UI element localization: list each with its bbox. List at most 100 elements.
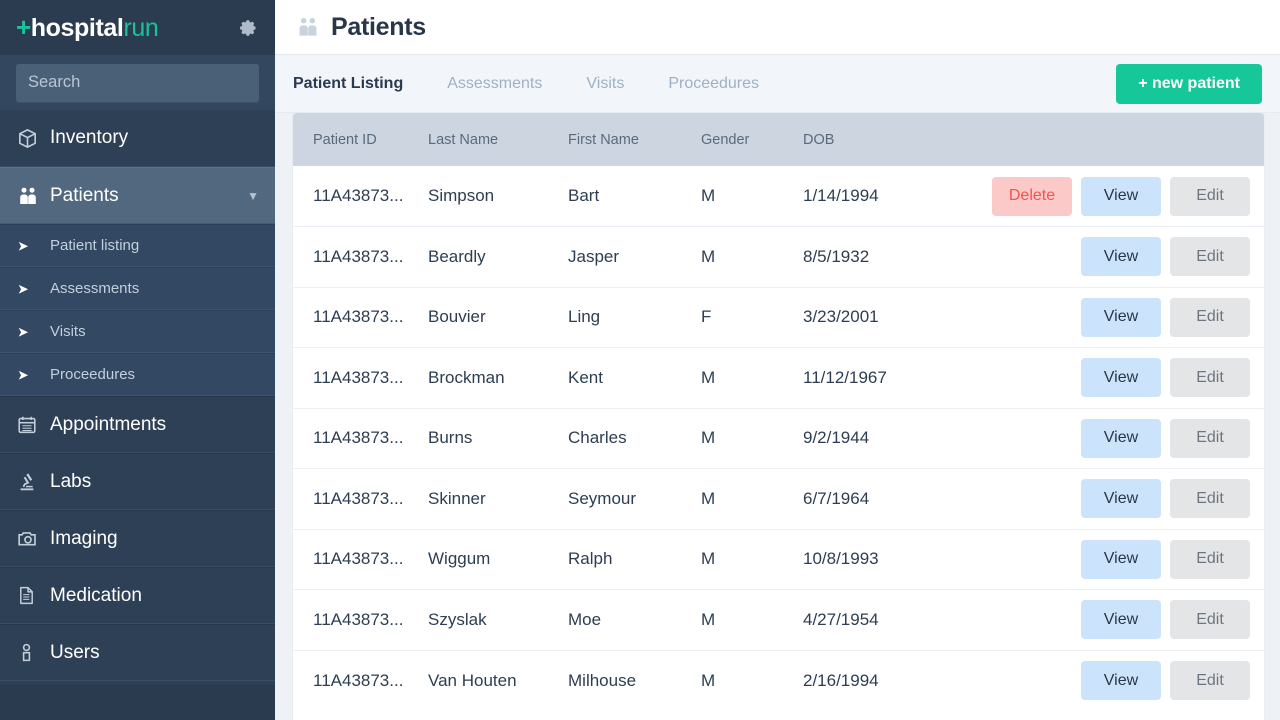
sidebar-footer bbox=[0, 685, 275, 720]
view-button[interactable]: View bbox=[1081, 600, 1161, 640]
table-row: 11A43873...SzyslakMoeM4/27/1954DeleteVie… bbox=[293, 589, 1264, 651]
view-button[interactable]: View bbox=[1081, 418, 1161, 458]
row-action-buttons: DeleteViewEdit bbox=[978, 479, 1254, 519]
column-header-patient-id[interactable]: Patient ID bbox=[293, 113, 428, 166]
chevron-right-icon: ➤ bbox=[18, 238, 29, 253]
cell-last-name: Beardly bbox=[428, 226, 568, 288]
brand-logo[interactable]: + hospital run bbox=[16, 12, 159, 43]
column-header-dob[interactable]: DOB bbox=[803, 113, 978, 166]
sidebar-subitem-patient-listing[interactable]: ➤ Patient listing bbox=[0, 224, 275, 267]
cell-dob: 8/5/1932 bbox=[803, 226, 978, 288]
tab-bar: Patient Listing Assessments Visits Proce… bbox=[275, 55, 1280, 113]
cell-last-name: Skinner bbox=[428, 468, 568, 530]
cell-actions: DeleteViewEdit bbox=[978, 347, 1264, 409]
cell-gender: M bbox=[701, 408, 803, 469]
cell-actions: DeleteViewEdit bbox=[978, 166, 1264, 227]
calendar-icon bbox=[16, 414, 50, 436]
view-button[interactable]: View bbox=[1081, 297, 1161, 337]
edit-button[interactable]: Edit bbox=[1170, 297, 1250, 337]
cell-patient-id: 11A43873... bbox=[293, 347, 428, 409]
column-header-gender[interactable]: Gender bbox=[701, 113, 803, 166]
tab-proceedures[interactable]: Proceedures bbox=[668, 75, 759, 93]
view-button[interactable]: View bbox=[1081, 479, 1161, 519]
sidebar-subitem-assessments[interactable]: ➤ Assessments bbox=[0, 267, 275, 310]
sidebar-item-imaging[interactable]: Imaging bbox=[0, 510, 275, 567]
row-action-buttons: DeleteViewEdit bbox=[978, 297, 1254, 337]
table-row: 11A43873...BrockmanKentM11/12/1967Delete… bbox=[293, 347, 1264, 409]
cell-patient-id: 11A43873... bbox=[293, 529, 428, 590]
brand-name-bold: hospital bbox=[30, 14, 124, 42]
table-header: Patient ID Last Name First Name Gender D… bbox=[293, 113, 1264, 166]
edit-button[interactable]: Edit bbox=[1170, 176, 1250, 216]
plus-icon: + bbox=[16, 12, 31, 42]
row-action-buttons: DeleteViewEdit bbox=[978, 358, 1254, 398]
cell-patient-id: 11A43873... bbox=[293, 468, 428, 530]
cell-first-name: Kent bbox=[568, 347, 701, 409]
cell-dob: 10/8/1993 bbox=[803, 529, 978, 590]
sidebar-item-users[interactable]: Users bbox=[0, 624, 275, 681]
cell-first-name: Ling bbox=[568, 287, 701, 348]
chevron-down-icon[interactable]: ▼ bbox=[247, 189, 259, 203]
sidebar-item-label: Users bbox=[50, 641, 100, 663]
cell-first-name: Moe bbox=[568, 589, 701, 651]
sidebar-subitem-label: Proceedures bbox=[50, 366, 136, 383]
sidebar-subitem-proceedures[interactable]: ➤ Proceedures bbox=[0, 353, 275, 396]
table-row: 11A43873... Simpson Bart M 1/14/1994 Delete Vi… bbox=[293, 166, 1264, 227]
cell-dob: 11/12/1967 bbox=[803, 347, 978, 409]
sidebar-item-medication[interactable]: Medication bbox=[0, 567, 275, 624]
edit-button[interactable]: Edit bbox=[1170, 479, 1250, 519]
search-input[interactable] bbox=[16, 63, 259, 102]
cell-dob: 3/23/2001 bbox=[803, 287, 978, 348]
main-area: Patients Patient Listing Assessments Vis… bbox=[275, 0, 1280, 720]
sidebar-item-inventory[interactable]: Inventory bbox=[0, 110, 275, 167]
delete-button[interactable]: Delete bbox=[992, 176, 1072, 216]
microscope-icon bbox=[16, 471, 50, 493]
edit-button[interactable]: Edit bbox=[1170, 539, 1250, 579]
cell-gender: M bbox=[701, 670, 716, 690]
gear-icon[interactable] bbox=[235, 15, 261, 41]
cell-first-name: Jasper bbox=[568, 226, 701, 288]
chevron-right-icon: ➤ bbox=[18, 281, 29, 296]
tab-assessments[interactable]: Assessments bbox=[447, 75, 542, 93]
cell-first-name: Ralph bbox=[568, 529, 701, 590]
edit-button[interactable]: Edit bbox=[1170, 661, 1250, 700]
view-button[interactable]: View bbox=[1081, 358, 1161, 398]
cell-actions: DeleteViewEdit bbox=[978, 529, 1264, 590]
edit-button[interactable]: Edit bbox=[1170, 600, 1250, 640]
sidebar-subitem-label: Assessments bbox=[50, 280, 140, 297]
cell-first-name: Seymour bbox=[568, 468, 701, 530]
sidebar-item-patients[interactable]: Patients ▼ bbox=[0, 167, 275, 224]
cell-patient-id: 11A43873... bbox=[293, 589, 428, 651]
sidebar-subitem-label: Patient listing bbox=[50, 237, 140, 254]
cell-actions: DeleteViewEdit bbox=[978, 408, 1264, 469]
row-action-buttons: DeleteViewEdit bbox=[978, 418, 1254, 458]
tab-patient-listing[interactable]: Patient Listing bbox=[293, 75, 403, 93]
column-header-actions bbox=[978, 113, 1264, 166]
cell-dob: 4/27/1954 bbox=[803, 589, 978, 651]
edit-button[interactable]: Edit bbox=[1170, 418, 1250, 458]
tab-visits[interactable]: Visits bbox=[586, 75, 624, 93]
sidebar-subitem-visits[interactable]: ➤ Visits bbox=[0, 310, 275, 353]
cell-actions: DeleteViewEdit bbox=[978, 226, 1264, 288]
column-header-first-name[interactable]: First Name bbox=[568, 113, 701, 166]
camera-icon bbox=[16, 527, 50, 550]
sidebar-item-labs[interactable]: Labs bbox=[0, 453, 275, 510]
page-title: Patients bbox=[331, 12, 426, 41]
cell-patient-id: 11A43873... bbox=[293, 166, 428, 227]
table-row: 11A43873... Van Houten Milhouse M 2/16/1994 D… bbox=[293, 650, 1264, 711]
table-row: 11A43873...BouvierLingF3/23/2001DeleteVi… bbox=[293, 287, 1264, 348]
edit-button[interactable]: Edit bbox=[1170, 237, 1250, 277]
patient-table-card: Patient ID Last Name First Name Gender D… bbox=[293, 113, 1264, 720]
view-button[interactable]: View bbox=[1081, 661, 1161, 700]
sidebar-item-appointments[interactable]: Appointments bbox=[0, 396, 275, 453]
column-header-last-name[interactable]: Last Name bbox=[428, 113, 568, 166]
cell-last-name: Van Houten bbox=[428, 670, 517, 690]
edit-button[interactable]: Edit bbox=[1170, 358, 1250, 398]
view-button[interactable]: View bbox=[1081, 539, 1161, 579]
new-patient-button[interactable]: + new patient bbox=[1116, 63, 1262, 104]
view-button[interactable]: View bbox=[1081, 237, 1161, 277]
cell-gender: M bbox=[701, 226, 803, 288]
sidebar-item-label: Imaging bbox=[50, 527, 118, 549]
cell-dob: 9/2/1944 bbox=[803, 408, 978, 469]
view-button[interactable]: View bbox=[1081, 176, 1161, 216]
